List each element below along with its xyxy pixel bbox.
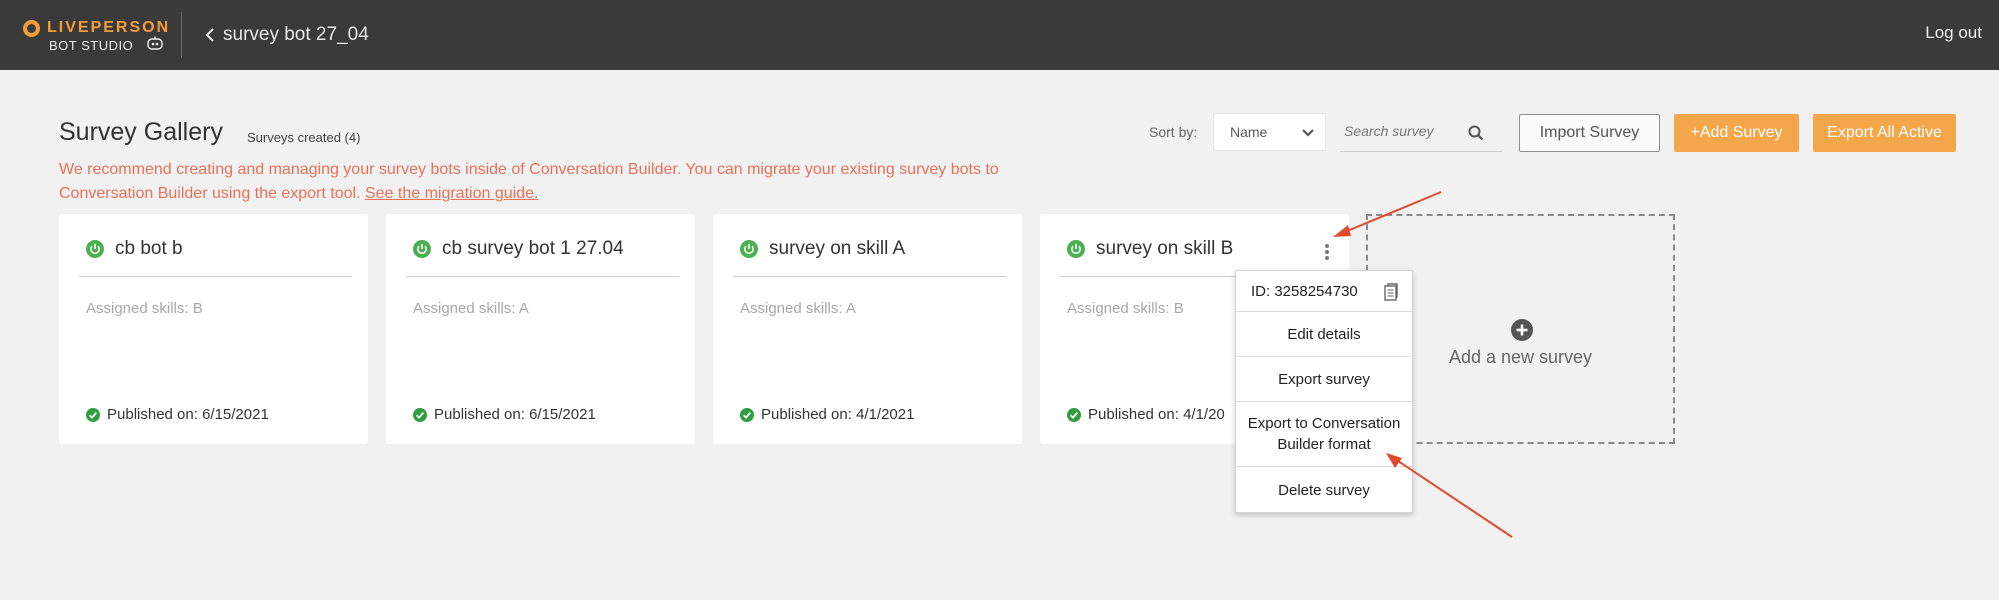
chevron-left-icon bbox=[205, 28, 214, 42]
surveys-count: Surveys created (4) bbox=[247, 130, 361, 145]
survey-name: cb bot b bbox=[115, 238, 183, 259]
bottom-edge bbox=[0, 600, 1999, 604]
liveperson-ring-icon bbox=[23, 20, 40, 37]
page-title: Survey Gallery bbox=[59, 118, 223, 146]
assigned-skills: Assigned skills: A bbox=[740, 300, 856, 317]
export-survey-menu-item[interactable]: Export survey bbox=[1236, 357, 1412, 402]
sort-value: Name bbox=[1230, 124, 1268, 140]
top-bar: LIVEPERSON BOT STUDIO survey bot 27_04 L… bbox=[0, 0, 1999, 70]
assigned-skills: Assigned skills: B bbox=[1067, 300, 1184, 317]
migration-notice: We recommend creating and managing your … bbox=[59, 158, 1049, 206]
survey-card[interactable]: cb bot b Assigned skills: B Published on… bbox=[59, 214, 368, 444]
bot-title: survey bot 27_04 bbox=[223, 24, 369, 45]
published-date: Published on: 6/15/2021 bbox=[434, 406, 596, 423]
search-box bbox=[1340, 118, 1502, 152]
card-header: cb survey bot 1 27.04 bbox=[406, 238, 679, 268]
import-survey-button[interactable]: Import Survey bbox=[1519, 114, 1660, 152]
survey-context-menu: ID: 3258254730 Edit details Export surve… bbox=[1235, 270, 1413, 513]
liveperson-logo: LIVEPERSON BOT STUDIO bbox=[22, 18, 168, 54]
survey-name: cb survey bot 1 27.04 bbox=[442, 238, 624, 259]
add-survey-button[interactable]: +Add Survey bbox=[1674, 114, 1799, 152]
assigned-skills: Assigned skills: B bbox=[86, 300, 203, 317]
power-icon bbox=[86, 240, 104, 258]
add-new-survey-label: Add a new survey bbox=[1448, 347, 1593, 367]
published-date: Published on: 4/1/20 bbox=[1088, 406, 1225, 423]
back-button[interactable]: survey bot 27_04 bbox=[205, 22, 369, 48]
power-icon bbox=[413, 240, 431, 258]
check-circle-icon bbox=[86, 407, 100, 422]
assigned-skills: Assigned skills: A bbox=[413, 300, 529, 317]
card-divider bbox=[406, 276, 679, 277]
search-icon[interactable] bbox=[1468, 125, 1484, 141]
logout-link[interactable]: Log out bbox=[1925, 23, 1982, 43]
card-header: survey on skill A bbox=[733, 238, 1006, 268]
survey-name: survey on skill B bbox=[1096, 238, 1234, 259]
delete-survey-menu-item[interactable]: Delete survey bbox=[1236, 467, 1412, 513]
survey-id-row: ID: 3258254730 bbox=[1236, 271, 1412, 312]
power-icon bbox=[1067, 240, 1085, 258]
published-date: Published on: 4/1/2021 bbox=[761, 406, 915, 423]
chevron-down-icon bbox=[1302, 129, 1314, 137]
card-divider bbox=[79, 276, 352, 277]
published-status: Published on: 6/15/2021 bbox=[86, 406, 269, 423]
more-options-icon[interactable] bbox=[1321, 242, 1333, 264]
export-to-cb-menu-item[interactable]: Export to Conversation Builder format bbox=[1236, 402, 1412, 467]
card-header: survey on skill B bbox=[1060, 238, 1333, 268]
check-circle-icon bbox=[740, 407, 754, 422]
card-divider bbox=[733, 276, 1006, 277]
copy-icon[interactable] bbox=[1384, 283, 1398, 301]
logo-brand: LIVEPERSON bbox=[47, 19, 171, 36]
export-all-active-button[interactable]: Export All Active bbox=[1813, 114, 1956, 152]
check-circle-icon bbox=[413, 407, 427, 422]
logo-product: BOT STUDIO bbox=[49, 38, 134, 53]
edit-details-menu-item[interactable]: Edit details bbox=[1236, 312, 1412, 357]
card-header: cb bot b bbox=[79, 238, 352, 268]
survey-name: survey on skill A bbox=[769, 238, 906, 259]
search-input[interactable] bbox=[1344, 123, 1474, 139]
header-divider bbox=[181, 12, 182, 58]
power-icon bbox=[740, 240, 758, 258]
sort-select[interactable]: Name bbox=[1213, 113, 1326, 151]
robot-icon bbox=[147, 36, 163, 50]
sort-label: Sort by: bbox=[1149, 124, 1198, 140]
published-status: Published on: 6/15/2021 bbox=[413, 406, 596, 423]
migration-guide-link[interactable]: See the migration guide. bbox=[365, 185, 538, 202]
survey-id: ID: 3258254730 bbox=[1251, 282, 1358, 300]
published-status: Published on: 4/1/2021 bbox=[740, 406, 914, 423]
check-circle-icon bbox=[1067, 407, 1081, 422]
survey-card[interactable]: survey on skill A Assigned skills: A Pub… bbox=[713, 214, 1022, 444]
published-date: Published on: 6/15/2021 bbox=[107, 406, 269, 423]
survey-card[interactable]: cb survey bot 1 27.04 Assigned skills: A… bbox=[386, 214, 695, 444]
published-status: Published on: 4/1/20 bbox=[1067, 406, 1225, 423]
plus-circle-icon bbox=[1511, 319, 1533, 341]
